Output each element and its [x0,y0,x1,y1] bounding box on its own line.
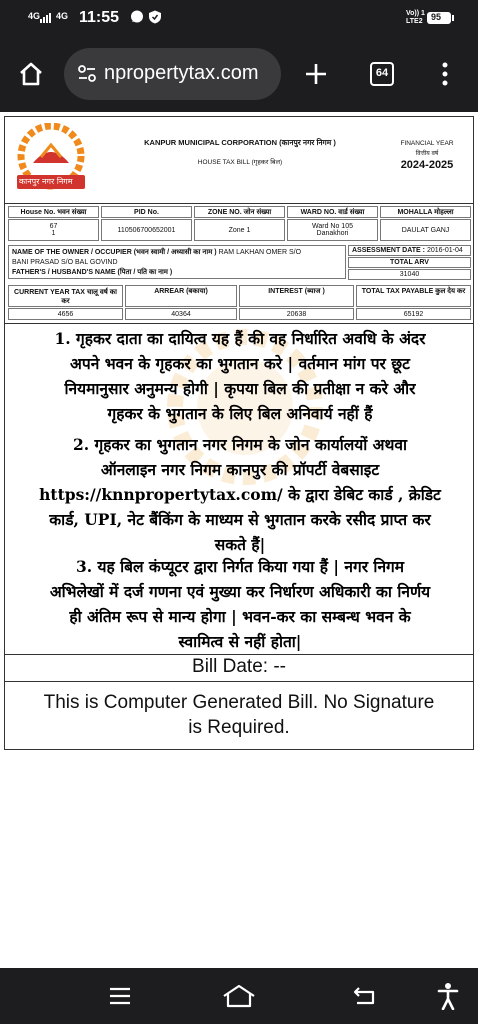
financial-year-label: FINANCIAL YEAR [400,140,454,147]
assessment-date-box: ASSESSMENT DATE : 2016-01-04 [348,245,471,256]
accessibility-icon[interactable] [437,982,459,1010]
assessment-date: 2016-01-04 [426,247,463,254]
org-name: KANPUR MUNICIPAL CORPORATION (कानपुर नगर… [144,138,336,147]
zone-no-value: Zone 1 [194,219,285,241]
divider [5,323,473,324]
financial-year: 2024-2025 [400,159,454,171]
mohalla-header: MOHALLA मोहल्ला [380,206,471,218]
current-tax-header: CURRENT YEAR TAX चालू वर्ष का कर [8,285,123,307]
browser-toolbar: npropertytax.com 64 [0,36,478,112]
owner-name-line-2: BANI PRASAD S/O BAL GOVIND [12,259,118,266]
note-1: 1. गृहकर दाता का दायित्व यह हैं की वह नि… [9,326,471,426]
ward-no-line-2: Danakhori [316,230,349,237]
father-label: FATHER'S / HUSBAND'S NAME (पिता / पति का… [12,269,173,276]
note-2: 2. गृहकर का भुगतान नगर निगम के जोन कार्य… [9,432,471,557]
total-payable-header: TOTAL TAX PAYABLE कुल देय कर [356,285,471,307]
owner-box: NAME OF THE OWNER / OCCUPIER (भवन स्वामी… [8,245,346,279]
note-2-line: 2. गृहकर का भुगतान नगर निगम के जोन कार्य… [72,435,408,454]
total-arv-label: TOTAL ARV [348,257,471,268]
zone-no-header: ZONE NO. जोन संख्या [194,206,285,218]
ward-no-header: WARD NO. वार्ड संख्या [287,206,378,218]
assessment-label: ASSESSMENT DATE : [352,247,425,254]
plus-icon[interactable] [305,63,327,85]
owner-label: NAME OF THE OWNER / OCCUPIER (भवन स्वामी… [12,249,217,256]
house-no-line-1: 67 [49,223,58,230]
bill-header: कानपुर नगर निगम KANPUR MUNICIPAL CORPORA… [5,117,473,204]
home-icon[interactable] [18,62,44,86]
back-icon[interactable] [353,986,377,1006]
divider [5,681,473,682]
clock: 11:55 [79,9,120,26]
divider [5,654,473,655]
house-no-value: 67 1 [8,219,99,241]
current-tax-value: 4656 [8,308,123,320]
battery-tip [452,15,454,21]
url-text: npropertytax.com [104,62,259,84]
pid-no-header: PID No. [101,206,192,218]
bill-date: Bill Date: -- [192,656,286,677]
menu-icon[interactable] [109,987,131,1005]
note-1-line: गृहकर के भुगतान के लिए बिल अनिवार्य नहीं… [107,404,373,423]
footer-line-2: is Required. [188,717,290,738]
address-bar[interactable]: npropertytax.com [64,48,281,100]
total-arv-value: 31040 [348,269,471,280]
status-bar: 4G 4G 11:55 Vo)) 1 LTE2 95 [0,0,478,36]
note-1-line: 1. गृहकर दाता का दायित्व यह हैं की वह नि… [54,329,426,348]
financial-year-label-hi: वित्तीय वर्ष [415,151,439,157]
note-2-line: https://knnpropertytax.com/ के द्वारा डे… [39,485,441,504]
signal-1-icon [40,13,51,23]
note-3-line: ही अंतिम रूप से मान्य होगा | भवन-कर का स… [69,607,411,626]
tabs-icon[interactable]: 64 [370,62,394,86]
note-2-line: कार्ड, UPI, नेट बैंकिंग के माध्यम से भुग… [49,510,431,529]
house-tax-bill: कानपुर नगर निगम KANPUR MUNICIPAL CORPORA… [4,116,474,750]
note-1-line: अपने भवन के गृहकर का भुगतान करे | वर्तमा… [70,354,410,373]
nav-home-icon[interactable] [222,984,256,1008]
note-3-line: स्वामित्व से नहीं होता| [178,632,302,651]
mohalla-value: DAULAT GANJ [380,219,471,241]
house-no-header: House No. भवन संख्या [8,206,99,218]
tune-icon[interactable] [78,65,96,83]
note-3-line: 3. यह बिल कंप्यूटर द्वारा निर्गत किया गय… [75,557,405,576]
house-no-line-2: 1 [51,230,56,237]
note-3: 3. यह बिल कंप्यूटर द्वारा निर्गत किया गय… [9,554,471,654]
battery-level: 95 [431,12,442,22]
interest-value: 20638 [239,308,354,320]
bill-title: HOUSE TAX BILL (गृहकर बिल) [197,159,283,166]
tab-count: 64 [375,67,389,79]
logo-text: कानपुर नगर निगम [19,177,73,186]
computer-generated-note: This is Computer Generated Bill. No Sign… [5,690,473,740]
battery-icon: 95 [427,12,451,24]
interest-header: INTEREST (ब्याज ) [239,285,354,307]
chat-bubble-icon [131,10,143,23]
signal-2-icon [62,20,74,28]
total-payable-value: 65192 [356,308,471,320]
arrear-value: 40364 [125,308,237,320]
pid-no-value: 110506700652001 [101,219,192,241]
note-1-line: नियमानुसार अनुमन्य होगी | कृपया बिल की प… [64,379,416,398]
ward-no-line-1: Ward No 105 [312,223,353,230]
volte-label: Vo)) 1 LTE2 [406,10,425,25]
arrear-header: ARREAR (बकाया) [125,285,237,307]
system-nav-bar [0,968,478,1024]
note-2-line: ऑनलाइन नगर निगम कानपुर की प्रॉपर्टी वेबस… [100,460,380,479]
shield-icon [149,10,161,24]
ward-no-value: Ward No 105 Danakhori [287,219,378,241]
owner-name: RAM LAKHAN OMER S/O [218,249,302,256]
note-3-line: अभिलेखों में दर्ज गणना एवं मुख्या कर निर… [49,582,431,601]
more-icon[interactable] [441,62,449,86]
footer-line-1: This is Computer Generated Bill. No Sign… [43,692,435,713]
signal-1-label: 4G [28,11,41,21]
